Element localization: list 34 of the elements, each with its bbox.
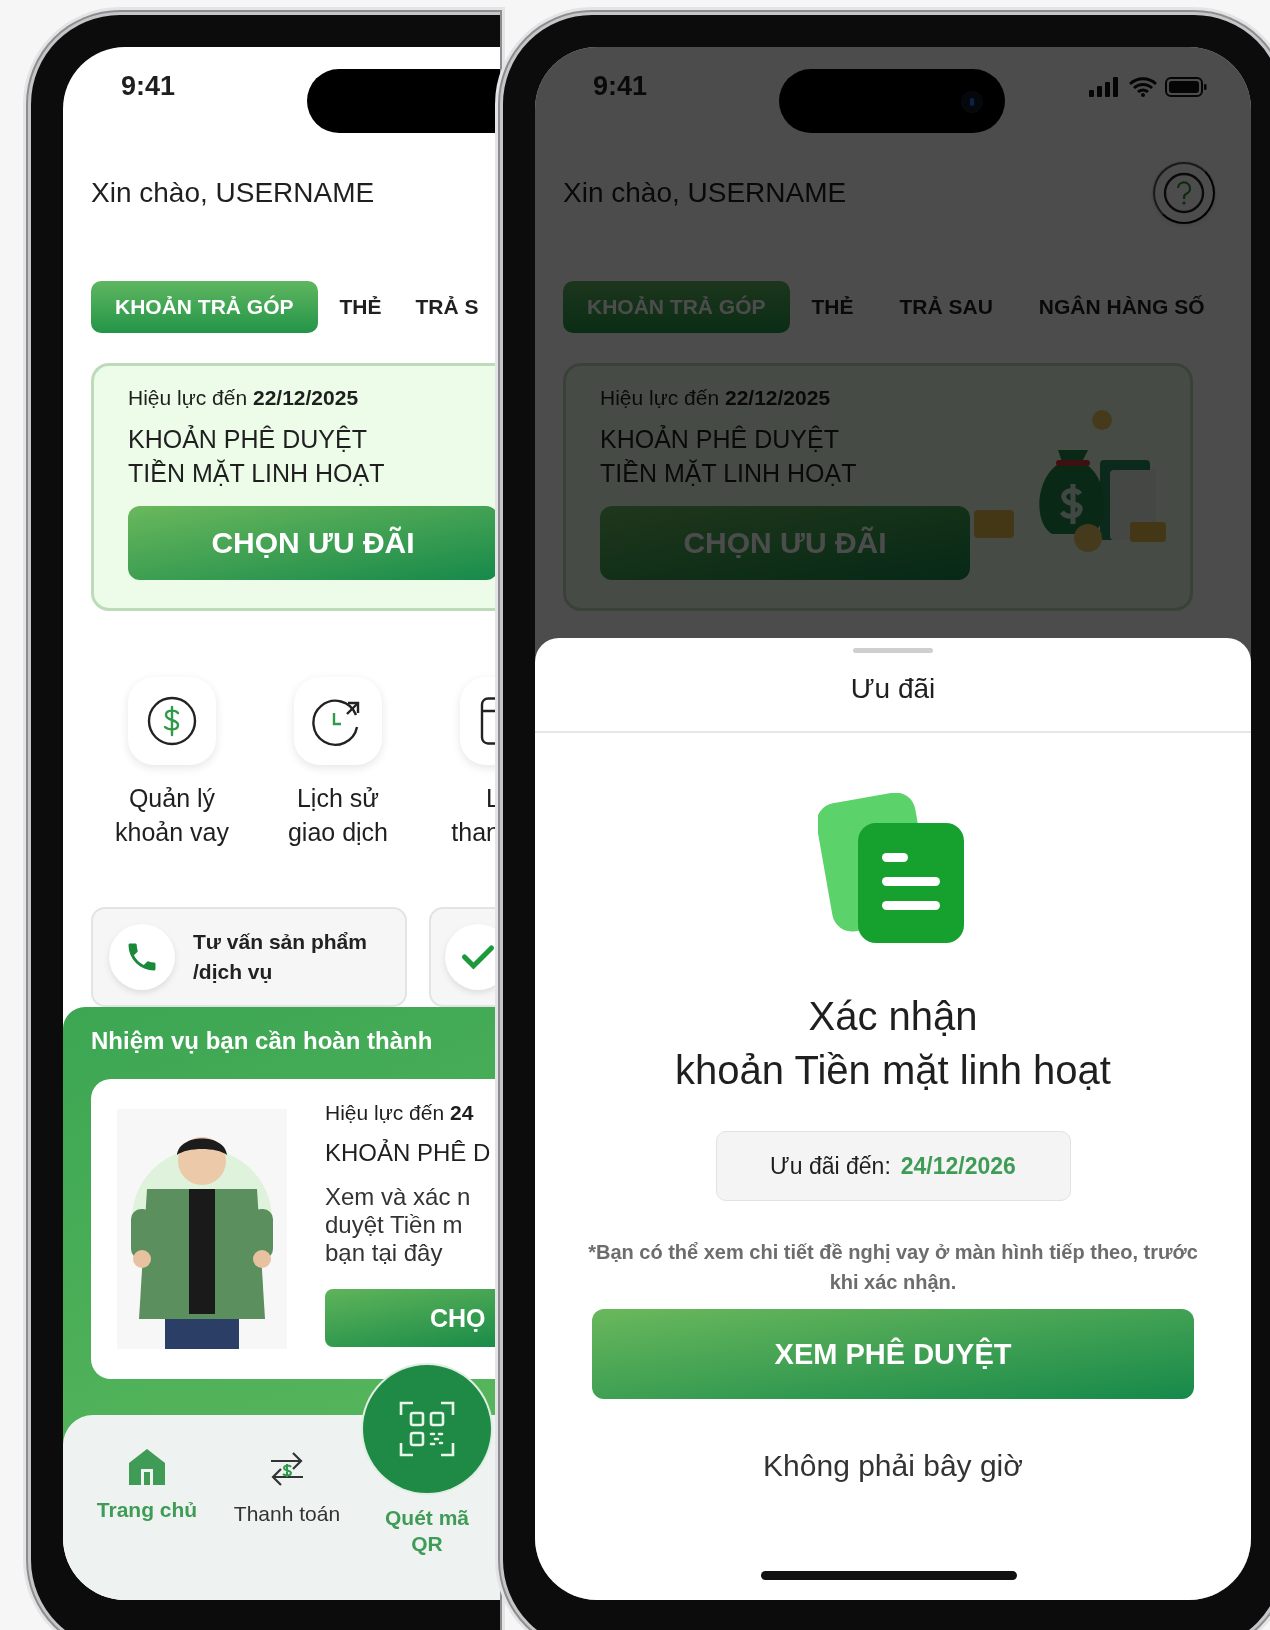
tab[interactable]: TRẢ S (403, 281, 491, 333)
nav-item[interactable]: Quét mã QR (357, 1505, 497, 1557)
choose-offer-button[interactable]: CHỌN ƯU ĐÃI (128, 506, 498, 580)
section-heading: Nhiệm vụ bạn cần hoàn thành (91, 1027, 434, 1055)
shortcut-button[interactable] (294, 677, 382, 765)
validity-text: Hiệu lực đến 22/12/2025 (600, 386, 832, 410)
task-title: KHOẢN PHÊ D (325, 1139, 492, 1167)
tab[interactable]: KHOẢN TRẢ GÓP (91, 281, 318, 333)
contact-button[interactable]: Tư vấn sản phẩm /dịch vụ (91, 907, 407, 1007)
tab[interactable]: THẺ (327, 281, 394, 333)
drag-handle[interactable] (853, 648, 933, 653)
nav-item[interactable]: Trang chủ (77, 1445, 217, 1523)
confirm-heading: Xác nhận khoản Tiền mặt linh hoạt (674, 993, 1112, 1094)
status-time: 9:41 (593, 71, 648, 102)
offer-title: KHOẢN PHÊ DUYỆT TIỀN MẶT LINH HOẠT (128, 424, 386, 489)
dollar-icon (146, 695, 198, 747)
view-approval-button[interactable]: XEM PHÊ DUYỆT (592, 1309, 1194, 1399)
nav-item[interactable]: Thanh toán (217, 1445, 357, 1527)
qr-scan-icon (397, 1399, 457, 1459)
status-time: 9:41 (121, 71, 176, 102)
greeting-text: Xin chào, USERNAME (91, 177, 375, 209)
shortcut-label: Quản lý khoản vay (115, 783, 229, 848)
shortcut-button[interactable] (128, 677, 216, 765)
offer-title: KHOẢN PHÊ DUYỆT TIỀN MẶT LINH HOẠT (600, 424, 858, 489)
validity-text: Hiệu lực đến 24 (325, 1101, 475, 1125)
shortcut-label: Lịch sử giao dịch (287, 783, 389, 848)
greeting-text: Xin chào, USERNAME (563, 177, 847, 209)
validity-text: Hiệu lực đến 22/12/2025 (128, 386, 360, 410)
not-now-link[interactable]: Không phải bây giờ (755, 1445, 1031, 1487)
offer-date: 24/12/2026 (900, 1152, 1016, 1180)
offer-label: Ưu đãi đến: (770, 1152, 891, 1180)
note-text: *Bạn có thể xem chi tiết đề nghị vay ở màn hình tiếp theo, trước khi xác nhận. (587, 1240, 1199, 1295)
task-description: Xem và xác n duyệt Tiền m bạn tại đây (325, 1183, 472, 1267)
sheet-title: Ưu đãi (849, 673, 937, 706)
